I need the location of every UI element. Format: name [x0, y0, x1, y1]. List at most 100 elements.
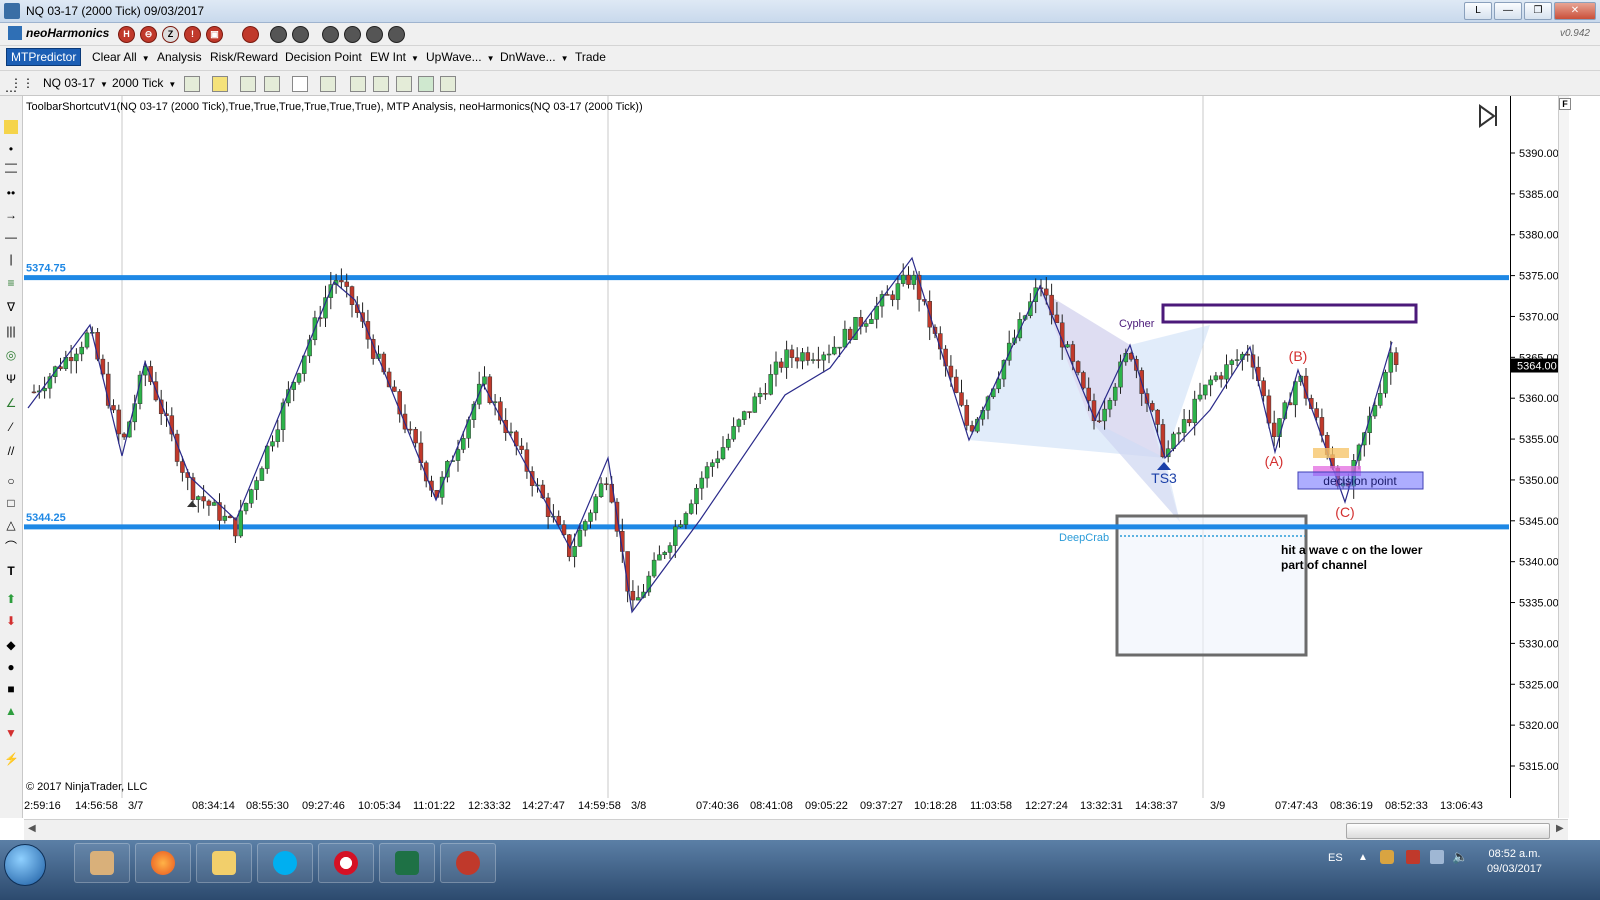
network-icon[interactable]	[1430, 850, 1444, 864]
data-box-icon[interactable]	[350, 76, 366, 92]
horizontal-scrollbar[interactable]: ◀ ▶	[24, 819, 1568, 840]
ray-icon[interactable]: ••	[4, 186, 18, 200]
menu-upwave[interactable]: UpWave... ▼	[426, 50, 495, 64]
start-button[interactable]	[4, 844, 46, 886]
price-axis[interactable]: 5390.00 5385.00 5380.00 5375.00 5370.00 5365.…	[1510, 96, 1559, 798]
arrow-down-icon[interactable]: ⬇	[4, 614, 18, 628]
text-icon[interactable]: T	[4, 564, 18, 578]
triangle-icon[interactable]: △	[4, 518, 18, 532]
chart-panel[interactable]: 5374.75 5344.25 decision point TS3 Cypher Dee…	[24, 96, 1509, 798]
candle	[238, 510, 243, 537]
nh-clear-button[interactable]: ⊖	[140, 26, 157, 43]
nh-pattern-button[interactable]	[242, 26, 259, 43]
menu-clear-all[interactable]: Clear All ▼	[92, 50, 150, 64]
nh-tool-button-4[interactable]	[344, 26, 361, 43]
right-edge-panel[interactable]: F	[1558, 96, 1571, 818]
diamond-icon[interactable]: ◆	[4, 638, 18, 652]
task-opera[interactable]	[318, 843, 374, 883]
task-firefox[interactable]	[135, 843, 191, 883]
dot-icon[interactable]: ●	[4, 660, 18, 674]
task-hand-app[interactable]	[74, 843, 130, 883]
calendar-icon[interactable]	[440, 76, 456, 92]
chart-style-icon[interactable]	[184, 76, 200, 92]
gann-fan-icon[interactable]: ∠	[4, 396, 18, 410]
nh-tool-button-3[interactable]	[322, 26, 339, 43]
menu-analysis[interactable]: Analysis	[157, 50, 202, 64]
scroll-thumb[interactable]	[1346, 823, 1550, 839]
clock[interactable]: 08:52 a.m. 09/03/2017	[1487, 847, 1542, 877]
triangle-up-icon[interactable]: ▲	[4, 704, 18, 718]
nh-tool-button-6[interactable]	[388, 26, 405, 43]
scroll-left-icon[interactable]: ◀	[28, 823, 36, 834]
nh-h-button[interactable]: H	[118, 26, 135, 43]
candle	[455, 449, 461, 461]
square-icon[interactable]: ■	[4, 682, 18, 696]
candle	[344, 281, 349, 287]
line-icon[interactable]: —	[4, 164, 18, 178]
candle	[84, 332, 90, 348]
nh-fib-button[interactable]	[366, 26, 383, 43]
task-explorer[interactable]	[196, 843, 252, 883]
nh-tool-button-1[interactable]	[270, 26, 287, 43]
pitchfork-icon[interactable]: Ψ	[4, 372, 18, 386]
task-excel[interactable]	[379, 843, 435, 883]
menu-mtpredictor[interactable]: MTPredictor	[6, 48, 82, 66]
price-chart[interactable]: 5374.75 5344.25 decision point TS3 Cypher Dee…	[24, 96, 1509, 798]
trend-channel-icon[interactable]: //	[4, 444, 18, 458]
pencil-icon[interactable]	[212, 76, 228, 92]
nh-screen-button[interactable]: ▣	[206, 26, 223, 43]
task-skype[interactable]	[257, 843, 313, 883]
grip-icon[interactable]: ⋯	[4, 84, 18, 98]
candle	[657, 554, 662, 561]
arrow-line-icon[interactable]: →	[4, 208, 18, 222]
minimize-button[interactable]: —	[1494, 2, 1522, 20]
triangle-down-icon[interactable]: ▼	[4, 726, 18, 740]
cursor-icon[interactable]	[292, 76, 308, 92]
expand-panel-icon[interactable]: F	[1559, 98, 1571, 110]
zoom-icon[interactable]	[320, 76, 336, 92]
dollar-icon[interactable]	[418, 76, 434, 92]
arc-icon[interactable]: ⌒	[4, 540, 18, 554]
risk-line-icon[interactable]: •—	[4, 142, 18, 170]
fib-circle-icon[interactable]: ◎	[4, 348, 18, 362]
link-button[interactable]: L	[1464, 2, 1492, 20]
fib-extension-icon[interactable]: ∇	[4, 300, 18, 314]
price-tick-label: 5355.00	[1519, 434, 1559, 446]
fib-time-icon[interactable]: |||	[4, 324, 18, 338]
tray-app-icon[interactable]	[1380, 850, 1394, 864]
tray-flag-icon[interactable]	[1406, 850, 1420, 864]
nh-alert-button[interactable]: !	[184, 26, 201, 43]
nh-tool-button-2[interactable]	[292, 26, 309, 43]
time-axis[interactable]: 2:59:16 14:56:58 3/7 08:34:14 08:55:30 09:27:…	[24, 798, 1510, 818]
vertical-line-icon[interactable]: |	[4, 252, 18, 266]
ellipse-icon[interactable]: ○	[4, 474, 18, 488]
indicator-add-icon[interactable]	[240, 76, 256, 92]
menu-risk-reward[interactable]: Risk/Reward	[210, 50, 278, 64]
menu-ew-int[interactable]: EW Int ▼	[370, 50, 419, 64]
volume-icon[interactable]: 🔈	[1452, 849, 1468, 865]
scroll-right-icon[interactable]: ▶	[1556, 823, 1564, 834]
strategy-icon[interactable]	[264, 76, 280, 92]
interval-selector[interactable]: 2000 Tick ▼	[112, 76, 176, 90]
language-indicator[interactable]: ES	[1328, 852, 1343, 864]
channel-icon[interactable]: ≡	[4, 276, 18, 290]
menu-decision-point[interactable]: Decision Point	[285, 50, 362, 64]
template-icon[interactable]	[396, 76, 412, 92]
nh-z-button[interactable]: Z	[162, 26, 179, 43]
menu-trade[interactable]: Trade	[575, 50, 606, 64]
properties-icon[interactable]	[373, 76, 389, 92]
horizontal-line-icon[interactable]: —	[4, 230, 18, 244]
task-ninjatrader[interactable]	[440, 843, 496, 883]
regression-channel-icon[interactable]: ⁄	[4, 420, 18, 434]
candle	[180, 461, 185, 473]
tray-expand-icon[interactable]: ▲	[1358, 852, 1368, 863]
ruler-icon[interactable]	[4, 120, 18, 134]
remove-drawings-icon[interactable]: ⚡	[4, 752, 19, 766]
arrow-up-icon[interactable]: ⬆	[4, 592, 18, 606]
restore-button[interactable]: ❐	[1524, 2, 1552, 20]
candle	[1181, 419, 1187, 433]
instrument-selector[interactable]: NQ 03-17 ▼	[43, 76, 108, 90]
close-button[interactable]: ✕	[1554, 2, 1596, 20]
rectangle-icon[interactable]: □	[4, 496, 18, 510]
menu-dnwave[interactable]: DnWave... ▼	[500, 50, 569, 64]
